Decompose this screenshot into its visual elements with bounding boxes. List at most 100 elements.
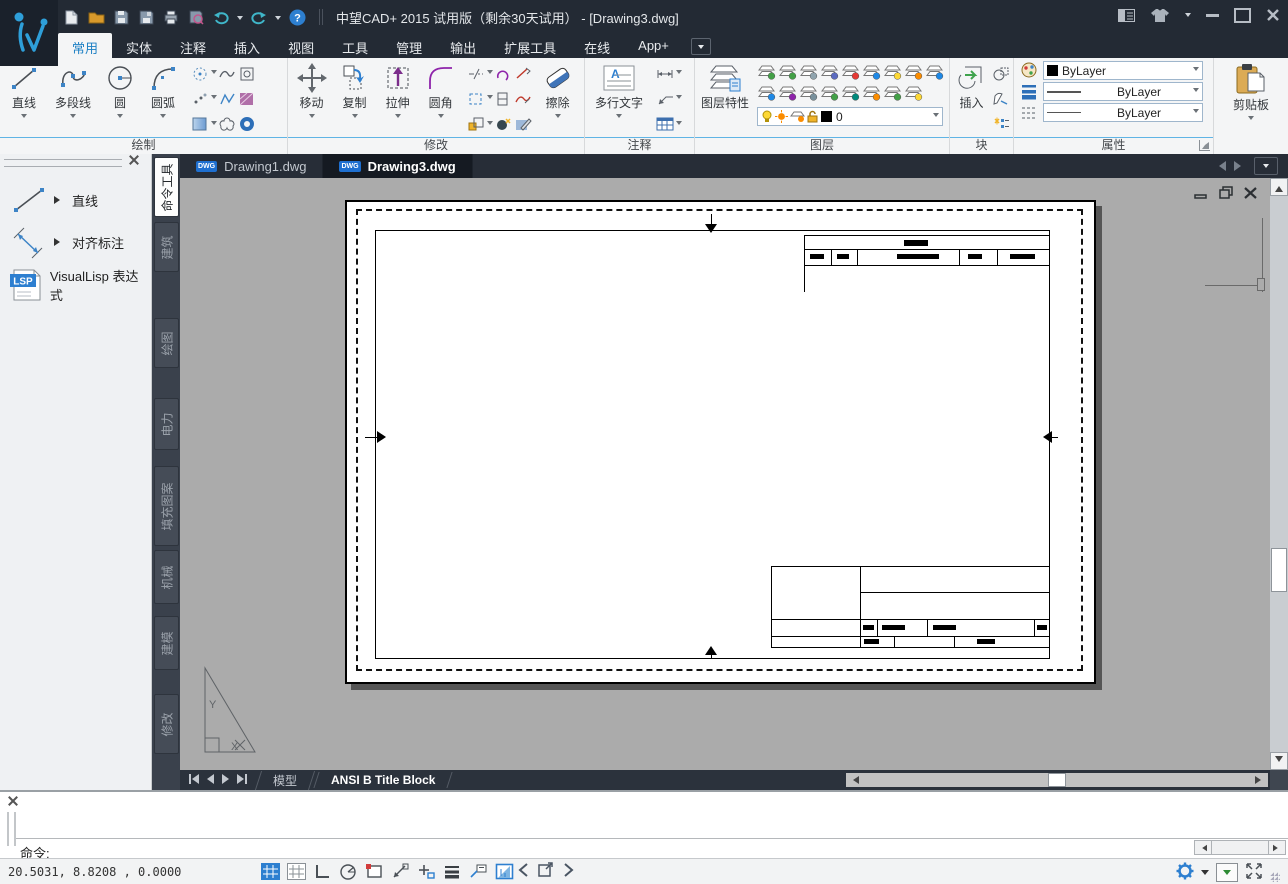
- doc-tab-menu-button[interactable]: [1254, 157, 1278, 175]
- palette-item-line[interactable]: 直线: [8, 184, 98, 216]
- ribbon-tab-home[interactable]: 常用: [58, 33, 113, 58]
- line-button[interactable]: 直线: [2, 61, 46, 137]
- palette-item-visuallisp[interactable]: LSP VisualLisp 表达式: [8, 266, 151, 304]
- object-snap-icon[interactable]: [364, 862, 384, 881]
- mdi-restore-button[interactable]: [1219, 186, 1233, 202]
- vertical-scrollbar[interactable]: [1270, 178, 1288, 770]
- attribute-manager-icon[interactable]: [991, 115, 1011, 133]
- rectangle-icon[interactable]: [466, 90, 486, 108]
- redo-icon[interactable]: [250, 8, 268, 26]
- ribbon-tab-solid[interactable]: 实体: [112, 33, 166, 58]
- ribbon-tab-annotate[interactable]: 注释: [166, 33, 220, 58]
- layer-tool-2-0-icon[interactable]: [757, 86, 776, 101]
- leader-caret-icon[interactable]: [676, 95, 682, 102]
- close-button[interactable]: [1266, 6, 1280, 24]
- mdi-minimize-button[interactable]: [1194, 187, 1208, 202]
- create-block-icon[interactable]: [991, 65, 1011, 83]
- properties-dialog-launcher[interactable]: [1199, 140, 1210, 151]
- leader-icon[interactable]: [655, 90, 675, 108]
- polar-tracking-icon[interactable]: [338, 862, 358, 881]
- doc-tab-scroll-left-icon[interactable]: [1214, 161, 1226, 171]
- linetype-combo[interactable]: ByLayer: [1043, 103, 1203, 122]
- prev-layout-button[interactable]: [206, 773, 215, 787]
- horizontal-scroll-thumb[interactable]: [1048, 773, 1066, 787]
- point-icon[interactable]: [190, 90, 210, 108]
- grid-display-icon[interactable]: [286, 862, 306, 881]
- open-folder-icon[interactable]: [87, 8, 105, 26]
- theme-shirt-icon[interactable]: [1150, 6, 1170, 24]
- layout-tab-model[interactable]: 模型: [254, 770, 316, 790]
- lineweight-display-icon[interactable]: [442, 862, 462, 881]
- doc-tab-scroll-right-icon[interactable]: [1234, 161, 1246, 171]
- command-scroll-left-button[interactable]: [1195, 841, 1211, 854]
- ortho-icon[interactable]: [312, 862, 332, 881]
- doc-tab-drawing3[interactable]: DWG Drawing3.dwg: [323, 154, 473, 178]
- ribbon-tab-manage[interactable]: 管理: [382, 33, 436, 58]
- palette-tab-3[interactable]: 电力: [154, 398, 179, 450]
- prev-viewport-icon[interactable]: [518, 862, 528, 880]
- palette-tab-2[interactable]: 绘图: [154, 318, 179, 368]
- dynamic-ucs-icon[interactable]: [416, 862, 436, 881]
- infopanel-icon[interactable]: [1118, 6, 1135, 24]
- palette-close-button[interactable]: [129, 155, 141, 167]
- palette-tab-6[interactable]: 建模: [154, 616, 179, 670]
- trim-icon[interactable]: [466, 65, 486, 83]
- print-preview-icon[interactable]: [187, 8, 205, 26]
- ribbon-tab-insert[interactable]: 插入: [220, 33, 274, 58]
- region-icon[interactable]: [237, 65, 257, 83]
- mdi-close-button[interactable]: [1244, 186, 1257, 202]
- ribbon-tab-app[interactable]: App+: [624, 33, 683, 58]
- spline-fit-icon[interactable]: [217, 90, 237, 108]
- next-layout-button[interactable]: [221, 773, 230, 787]
- layer-properties-button[interactable]: 图层特性: [699, 61, 751, 137]
- save-as-icon[interactable]: [137, 8, 155, 26]
- doc-tab-drawing1[interactable]: DWG Drawing1.dwg: [180, 154, 324, 178]
- layer-tool-1-2-icon[interactable]: [799, 65, 818, 80]
- layer-tool-1-5-icon[interactable]: [862, 65, 881, 80]
- align-icon[interactable]: [493, 90, 513, 108]
- help-icon[interactable]: ?: [288, 8, 306, 26]
- clipboard-paste-button[interactable]: 剪贴板: [1221, 61, 1281, 137]
- maximize-viewport-icon[interactable]: [538, 862, 554, 880]
- command-scroll-right-button[interactable]: [1269, 841, 1285, 854]
- palette-item-aligned-dim[interactable]: 对齐标注: [8, 224, 124, 260]
- model-paper-toggle-icon[interactable]: [494, 862, 514, 881]
- edit-attribute-icon[interactable]: [991, 90, 1011, 108]
- scroll-left-button[interactable]: [846, 773, 862, 787]
- explode-icon[interactable]: [493, 115, 513, 133]
- layer-combo[interactable]: 0: [757, 107, 943, 126]
- layer-tool-1-8-icon[interactable]: [925, 65, 944, 80]
- last-layout-button[interactable]: [236, 773, 248, 787]
- fullscreen-icon[interactable]: [1245, 863, 1263, 882]
- layer-combo-caret-icon[interactable]: [933, 113, 939, 120]
- arc-button[interactable]: 圆弧: [140, 61, 186, 137]
- palette-tab-5[interactable]: 机械: [154, 550, 179, 604]
- vertical-scroll-thumb[interactable]: [1271, 548, 1287, 592]
- palette-tab-4[interactable]: 填充图案: [154, 466, 179, 546]
- insert-block-button[interactable]: 插入: [952, 61, 991, 137]
- layer-tool-2-2-icon[interactable]: [799, 86, 818, 101]
- command-window[interactable]: 命令:: [0, 790, 1288, 861]
- move-button[interactable]: 移动: [290, 61, 333, 137]
- minimize-button[interactable]: [1206, 6, 1219, 24]
- color-combo[interactable]: ByLayer: [1043, 61, 1203, 80]
- drawing-canvas[interactable]: Y X: [180, 178, 1270, 770]
- theme-caret-icon[interactable]: [1185, 12, 1191, 20]
- first-layout-button[interactable]: [188, 773, 200, 787]
- ribbon-tab-tools[interactable]: 工具: [328, 33, 382, 58]
- command-close-button[interactable]: [8, 796, 18, 806]
- copy-button[interactable]: 复制: [333, 61, 376, 137]
- edit-spline-icon[interactable]: [513, 90, 533, 108]
- object-tracking-icon[interactable]: [390, 862, 410, 881]
- layer-tool-2-6-icon[interactable]: [883, 86, 902, 101]
- annotation-scale-dropdown[interactable]: [1216, 863, 1238, 882]
- dynamic-input-icon[interactable]: [468, 862, 488, 881]
- spline-icon[interactable]: [217, 65, 237, 83]
- palette-tab-7[interactable]: 修改: [154, 694, 179, 754]
- linetype-combo-caret-icon[interactable]: [1193, 109, 1199, 116]
- ribbon-collapse-button[interactable]: [690, 38, 711, 55]
- dimension-caret-icon[interactable]: [676, 70, 682, 77]
- layer-tool-2-3-icon[interactable]: [820, 86, 839, 101]
- layer-tool-2-5-icon[interactable]: [862, 86, 881, 101]
- lineweight-combo-caret-icon[interactable]: [1193, 88, 1199, 95]
